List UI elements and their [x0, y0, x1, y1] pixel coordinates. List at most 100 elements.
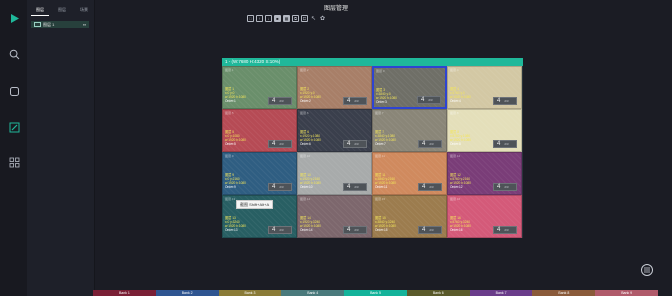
layer-cell[interactable]: 图层 2 图层 2 x:1920 y:0 w:1920 h:1080 Order…	[297, 66, 372, 109]
canvas-header: 1 - (W:7680 H:4320 S:10%)	[222, 58, 523, 66]
cell-corner-label: 图层 11	[375, 154, 385, 158]
cell-corner-label: 图层 3	[376, 69, 385, 73]
settings-icon[interactable]: ✿	[319, 15, 326, 22]
layer-cell[interactable]: 图层 16 图层 16 x:5760 y:3240 w:1920 h:1080 …	[447, 195, 522, 238]
cell-source-badge[interactable]: 4 2/3	[418, 226, 442, 234]
cell-corner-label: 图层 7	[375, 111, 384, 115]
badge-sub: 2/3	[429, 142, 434, 146]
layer-cell[interactable]: 图层 10 图层 10 x:1920 y:2160 w:1920 h:1080 …	[297, 152, 372, 195]
badge-sub: 2/3	[504, 99, 509, 103]
move-down-button[interactable]: ↓	[265, 15, 272, 22]
cell-info: 图层 16 x:5760 y:3240 w:1920 h:1080 Order:…	[450, 216, 471, 232]
bank-tab[interactable]: Bank 9	[595, 290, 659, 296]
bank-strip: Bank 1 Bank 2 Bank 3 Bank 4 Bank 5 Bank 6 Bank…	[93, 290, 659, 296]
badge-sub: 2/3	[429, 228, 434, 232]
cell-order: Order:6	[300, 142, 311, 146]
layer-cell[interactable]: 图层 15 图层 15 x:3840 y:3240 w:1920 h:1080 …	[372, 195, 447, 238]
layer-list-item[interactable]: 图层 1 ▪▪	[31, 21, 89, 28]
cell-info: 图层 14 x:1920 y:3240 w:1920 h:1080 Order:…	[300, 216, 321, 232]
badge-sub: 2/3	[279, 228, 284, 232]
cell-source-badge[interactable]: 4 2/3	[343, 140, 367, 148]
cell-order: Order:7	[375, 142, 386, 146]
layer-cell[interactable]: 图层 6 图层 6 x:1920 y:1080 w:1920 h:1080 Or…	[297, 109, 372, 152]
bank-tab[interactable]: Bank 8	[532, 290, 596, 296]
cell-order: Order:4	[450, 99, 461, 103]
edit-icon[interactable]	[8, 121, 20, 133]
badge-sub: 2/3	[504, 228, 509, 232]
cell-source-badge[interactable]: 4 2/3	[493, 97, 517, 105]
badge-number: 4	[497, 227, 501, 233]
cell-order: Order:14	[300, 228, 313, 232]
layer-cell[interactable]: 图层 11 图层 11 x:3840 y:2160 w:1920 h:1080 …	[372, 152, 447, 195]
cell-source-badge[interactable]: 4 2/3	[343, 97, 367, 105]
bank-tab[interactable]: Bank 6	[406, 290, 470, 296]
search-icon[interactable]	[8, 48, 20, 60]
cell-source-badge[interactable]: 4 2/3	[493, 140, 517, 148]
layer-cell[interactable]: 图层 7 图层 7 x:3840 y:1080 w:1920 h:1080 Or…	[372, 109, 447, 152]
badge-sub: 2/3	[428, 98, 433, 102]
select-button[interactable]: □	[247, 15, 254, 22]
layer-cell[interactable]: 图层 3 图层 3 x:3840 y:0 w:1920 h:1080 Order…	[372, 66, 447, 109]
cell-corner-label: 图层 4	[450, 68, 459, 72]
bank-tab[interactable]: Bank 2	[155, 290, 219, 296]
icon-rail	[0, 0, 27, 296]
badge-number: 4	[272, 227, 276, 233]
cell-source-badge[interactable]: 4 2/3	[417, 96, 441, 104]
layer-cell[interactable]: 图层 5 图层 5 x:0 y:1080 w:1920 h:1080 Order…	[222, 109, 297, 152]
layout-button[interactable]: ▦	[283, 15, 290, 22]
cell-order: Order:10	[300, 185, 313, 189]
badge-sub: 2/3	[279, 142, 284, 146]
rect-icon[interactable]	[8, 85, 20, 97]
cell-order: Order:1	[225, 99, 236, 103]
cell-order: Order:16	[450, 228, 463, 232]
move-up-button[interactable]: ↑	[256, 15, 263, 22]
visibility-icon[interactable]: ▪▪	[83, 22, 86, 27]
cell-info: 图层 1 x:0 y:0 w:1920 h:1080 Order:1	[225, 87, 246, 103]
layer-cell[interactable]: 图层 4 图层 4 x:5760 y:0 w:1920 h:1080 Order…	[447, 66, 522, 109]
bank-tab[interactable]: Bank 1	[93, 290, 156, 296]
pointer-icon[interactable]: ↖	[310, 15, 317, 22]
cell-source-badge[interactable]: 4 2/3	[268, 140, 292, 148]
cell-source-badge[interactable]: 4 2/3	[268, 226, 292, 234]
badge-sub: 2/3	[354, 185, 359, 189]
badge-sub: 2/3	[504, 142, 509, 146]
cell-source-badge[interactable]: 4 2/3	[418, 140, 442, 148]
cell-source-badge[interactable]: 4 2/3	[268, 183, 292, 191]
bank-tab[interactable]: Bank 7	[469, 290, 533, 296]
grid-icon[interactable]	[8, 156, 20, 168]
cell-corner-label: 图层 13	[225, 197, 236, 201]
cell-info: 图层 3 x:3840 y:0 w:1920 h:1080 Order:3	[376, 88, 397, 104]
badge-number: 4	[272, 184, 276, 190]
bank-tab[interactable]: Bank 5	[344, 290, 407, 296]
cell-info: 图层 10 x:1920 y:2160 w:1920 h:1080 Order:…	[300, 173, 321, 189]
cell-source-badge[interactable]: 4 2/3	[343, 226, 367, 234]
layer-cell[interactable]: 图层 12 图层 12 x:5760 y:2160 w:1920 h:1080 …	[447, 152, 522, 195]
adjust-settings-button[interactable]	[641, 264, 653, 276]
layer-cell[interactable]: 图层 8 图层 8 x:5760 y:1080 w:1920 h:1080 Or…	[447, 109, 522, 152]
badge-sub: 2/3	[354, 142, 359, 146]
play-icon[interactable]	[8, 12, 20, 24]
badge-number: 4	[347, 227, 351, 233]
badge-number: 4	[497, 98, 501, 104]
layer-cell[interactable]: 图层 9 图层 9 x:0 y:2160 w:1920 h:1080 Order…	[222, 152, 297, 195]
fill-button[interactable]: ■	[274, 15, 281, 22]
bank-tab[interactable]: Bank 4	[281, 290, 345, 296]
cell-info: 图层 9 x:0 y:2160 w:1920 h:1080 Order:9	[225, 173, 246, 189]
cell-corner-label: 图层 12	[450, 154, 461, 158]
badge-sub: 2/3	[504, 185, 509, 189]
layer-cell[interactable]: 图层 14 图层 14 x:1920 y:3240 w:1920 h:1080 …	[297, 195, 372, 238]
bank-tab[interactable]: Bank 3	[218, 290, 282, 296]
cell-source-badge[interactable]: 4 2/3	[268, 97, 292, 105]
cell-source-badge[interactable]: 4 2/3	[418, 183, 442, 191]
copy-button[interactable]: ⧉	[292, 15, 299, 22]
cell-order: Order:13	[225, 228, 238, 232]
cell-source-badge[interactable]: 4 2/3	[343, 183, 367, 191]
badge-number: 4	[272, 141, 276, 147]
cell-order: Order:8	[450, 142, 461, 146]
layer-cell[interactable]: 图层 1 图层 1 x:0 y:0 w:1920 h:1080 Order:1 …	[222, 66, 297, 109]
cell-source-badge[interactable]: 4 2/3	[493, 226, 517, 234]
paste-button[interactable]: ⧠	[301, 15, 308, 22]
cell-source-badge[interactable]: 4 2/3	[493, 183, 517, 191]
cell-info: 图层 5 x:0 y:1080 w:1920 h:1080 Order:5	[225, 130, 246, 146]
badge-number: 4	[422, 227, 426, 233]
